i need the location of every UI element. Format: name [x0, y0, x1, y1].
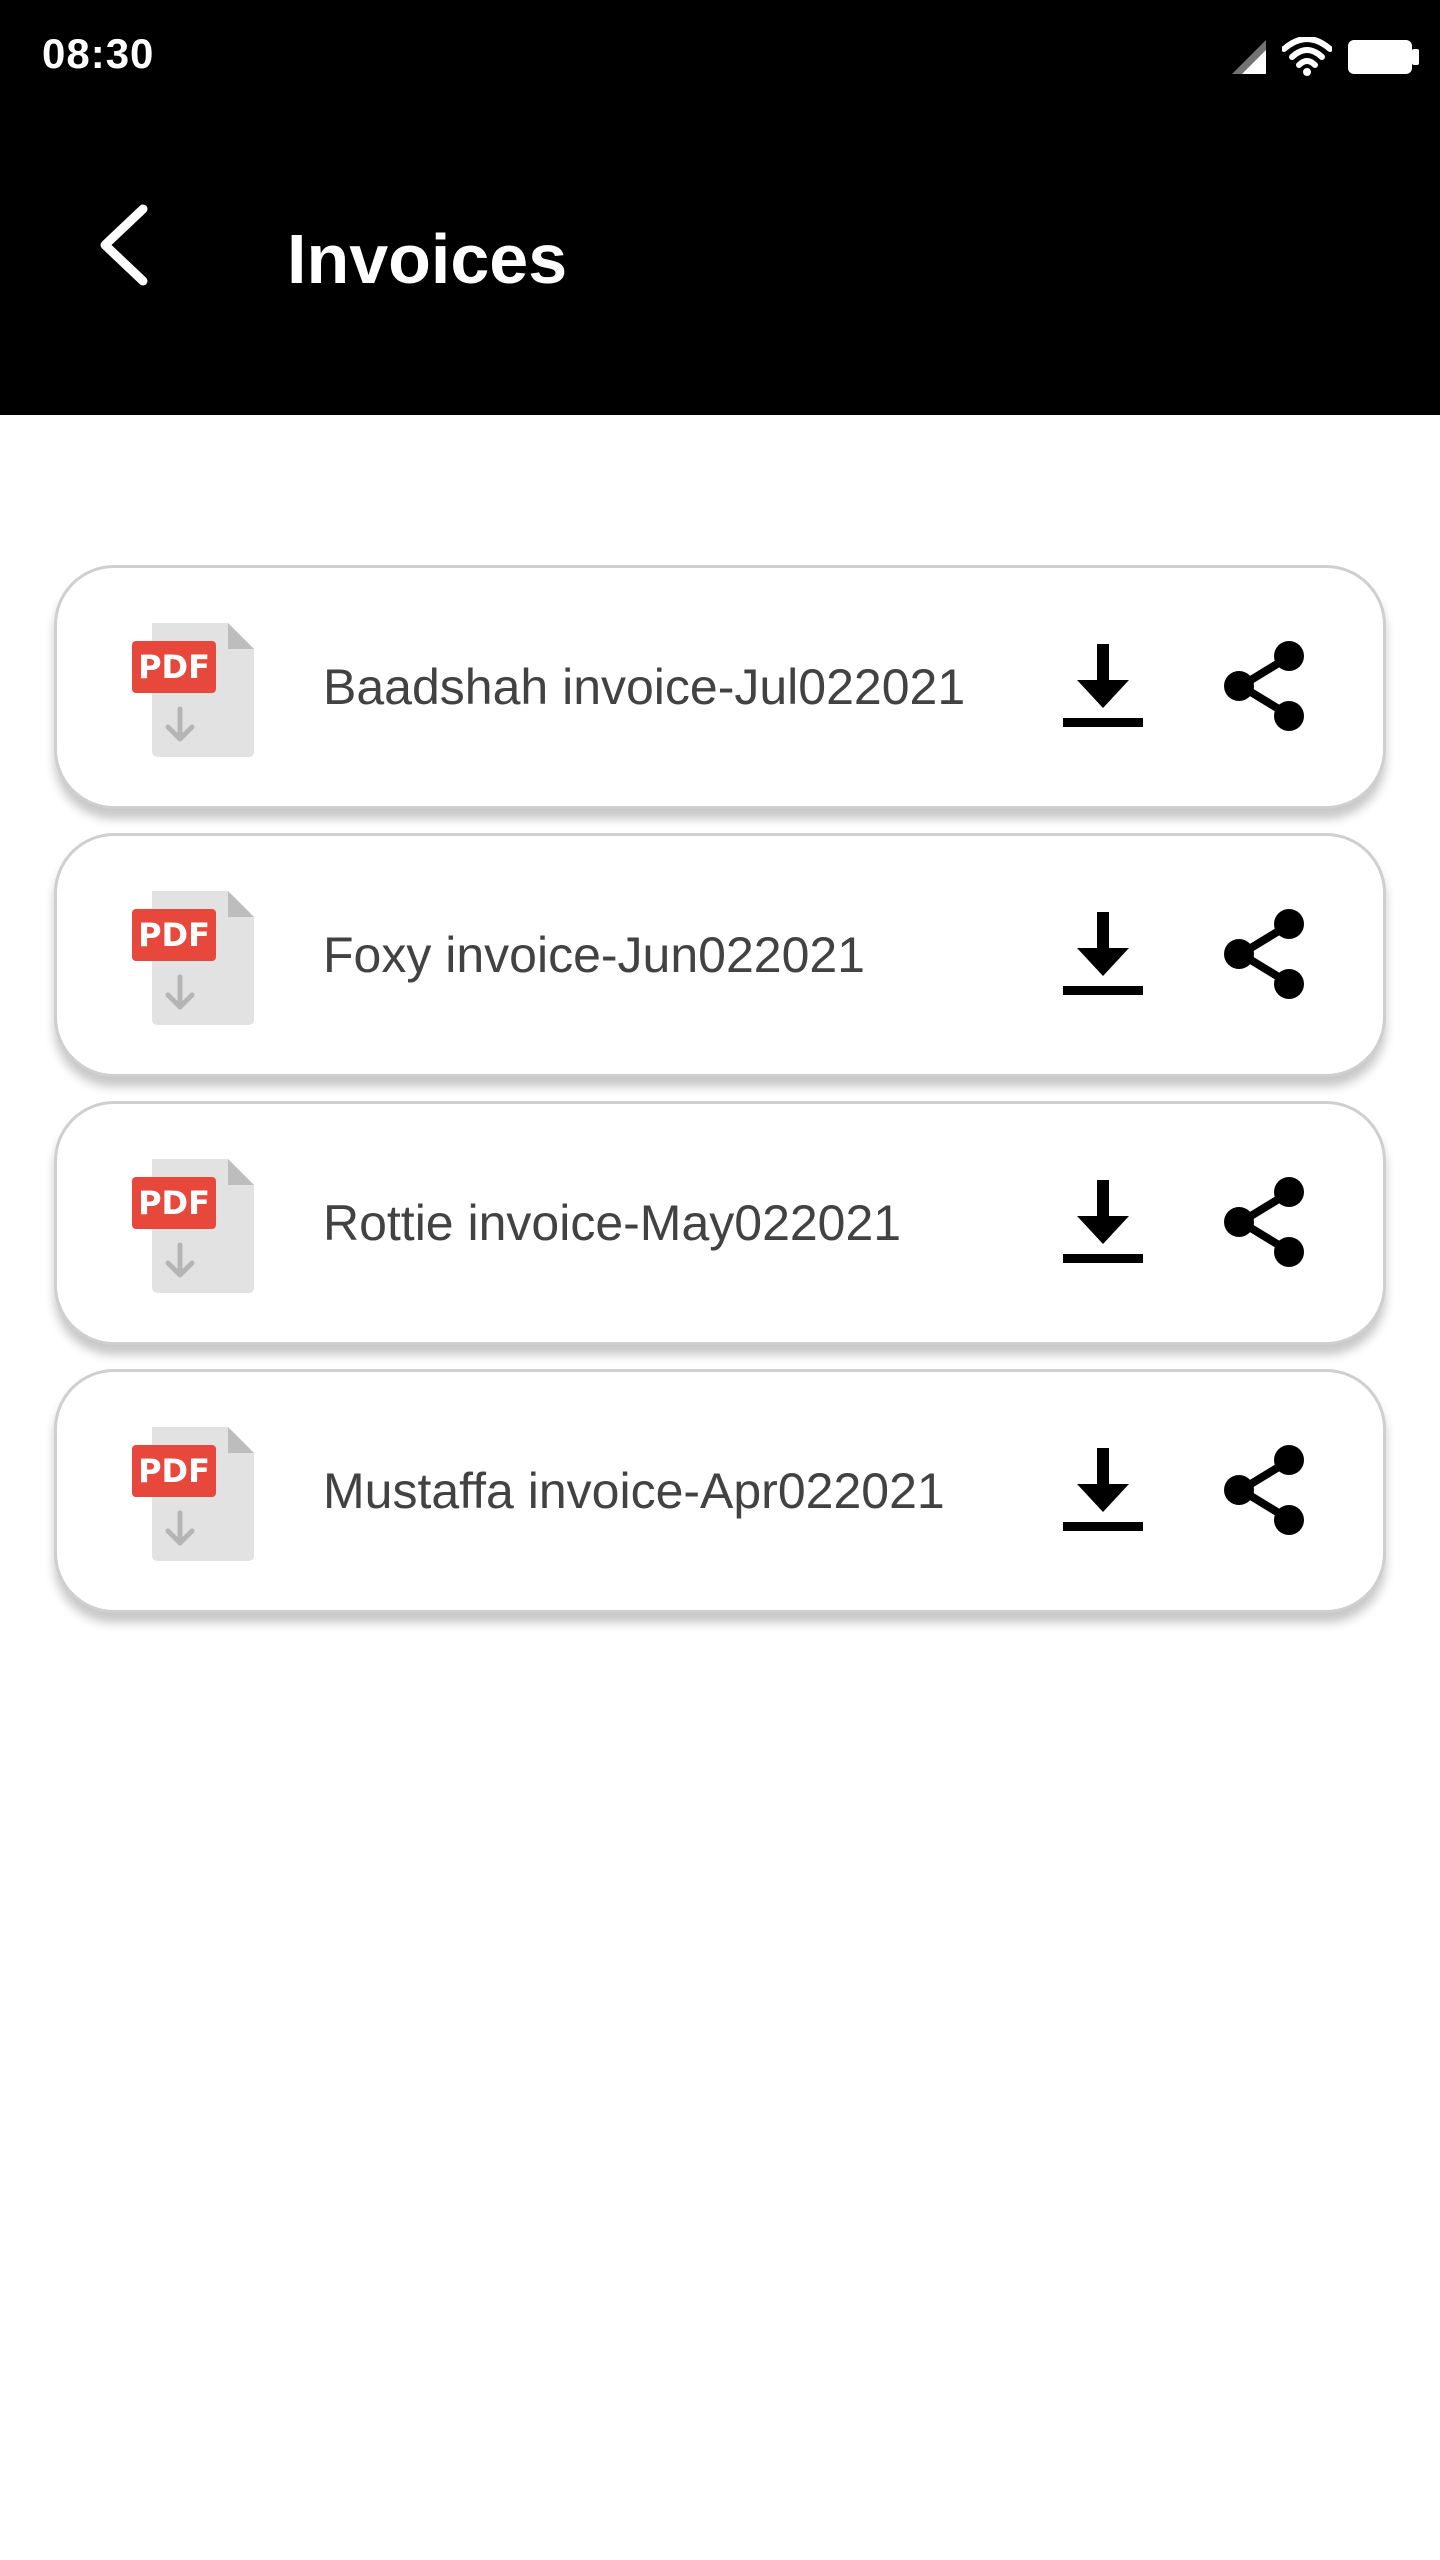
page-title: Invoices — [287, 220, 568, 298]
share-button[interactable] — [1221, 640, 1313, 732]
back-button[interactable] — [80, 200, 170, 290]
download-icon — [1057, 1176, 1149, 1268]
battery-icon — [1348, 38, 1420, 76]
invoice-name: Mustaffa invoice-Apr022021 — [323, 1463, 945, 1519]
download-button[interactable] — [1057, 908, 1149, 1000]
share-icon — [1221, 640, 1313, 732]
pdf-file-icon: PDF — [132, 1427, 254, 1561]
share-button[interactable] — [1221, 908, 1313, 1000]
status-icons — [1232, 36, 1420, 78]
invoice-card[interactable]: PDF Baadshah invoice-Jul022021 — [54, 565, 1386, 809]
invoice-card[interactable]: PDF Rottie invoice-May022021 — [54, 1101, 1386, 1345]
download-icon — [1057, 908, 1149, 1000]
invoice-list: PDF Baadshah invoice-Jul022021 PDF Foxy … — [54, 565, 1386, 1637]
wifi-icon — [1282, 37, 1332, 77]
pdf-badge-text: PDF — [138, 1184, 210, 1222]
signal-icon — [1232, 40, 1266, 74]
invoice-card[interactable]: PDF Foxy invoice-Jun022021 — [54, 833, 1386, 1077]
download-button[interactable] — [1057, 1176, 1149, 1268]
download-icon — [1057, 1444, 1149, 1536]
invoice-name: Rottie invoice-May022021 — [323, 1195, 902, 1251]
share-icon — [1221, 908, 1313, 1000]
share-button[interactable] — [1221, 1444, 1313, 1536]
status-bar: 08:30 — [0, 0, 1440, 112]
download-icon — [1057, 640, 1149, 732]
back-arrow-icon — [95, 203, 155, 287]
invoice-name: Baadshah invoice-Jul022021 — [323, 659, 966, 715]
share-button[interactable] — [1221, 1176, 1313, 1268]
pdf-badge-text: PDF — [138, 916, 210, 954]
invoice-name: Foxy invoice-Jun022021 — [323, 927, 865, 983]
download-button[interactable] — [1057, 640, 1149, 732]
invoice-card[interactable]: PDF Mustaffa invoice-Apr022021 — [54, 1369, 1386, 1613]
download-button[interactable] — [1057, 1444, 1149, 1536]
pdf-badge-text: PDF — [138, 1452, 210, 1490]
share-icon — [1221, 1444, 1313, 1536]
pdf-file-icon: PDF — [132, 891, 254, 1025]
pdf-file-icon: PDF — [132, 1159, 254, 1293]
status-time: 08:30 — [42, 30, 155, 77]
app-bar: Invoices — [0, 112, 1440, 415]
pdf-badge-text: PDF — [138, 648, 210, 686]
pdf-file-icon: PDF — [132, 623, 254, 757]
share-icon — [1221, 1176, 1313, 1268]
